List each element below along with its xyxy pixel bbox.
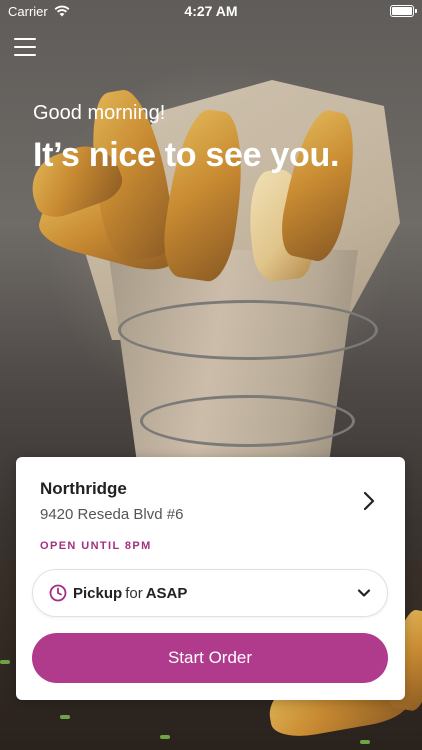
status-time: 4:27 AM	[184, 3, 238, 19]
location-card: Northridge 9420 Reseda Blvd #6 OPEN UNTI…	[16, 457, 405, 700]
pickup-mode: Pickup	[73, 584, 123, 602]
pickup-time-selector[interactable]: Pickup for ASAP	[32, 569, 388, 617]
greeting-text: Good morning!	[33, 102, 166, 124]
open-status-label: OPEN UNTIL 8PM	[40, 540, 152, 552]
status-bar: Carrier 4:27 AM	[0, 0, 422, 22]
chevron-right-icon[interactable]	[359, 491, 379, 511]
pickup-summary: Pickup for ASAP	[73, 585, 357, 602]
chevron-down-icon[interactable]	[357, 586, 371, 600]
start-order-button[interactable]: Start Order	[32, 633, 388, 683]
hamburger-menu-icon[interactable]	[14, 38, 36, 56]
pickup-connector: for	[125, 584, 143, 602]
location-name: Northridge	[40, 479, 127, 498]
pickup-time: ASAP	[145, 584, 188, 602]
wifi-icon	[54, 5, 70, 17]
location-selector[interactable]: Northridge 9420 Reseda Blvd #6	[40, 479, 387, 529]
battery-icon	[390, 5, 417, 17]
carrier-label: Carrier	[8, 3, 48, 19]
welcome-headline: It’s nice to see you.	[33, 136, 340, 174]
clock-icon	[49, 584, 67, 602]
location-address: 9420 Reseda Blvd #6	[40, 506, 184, 523]
